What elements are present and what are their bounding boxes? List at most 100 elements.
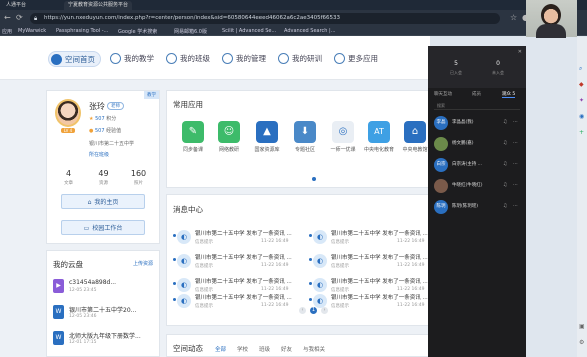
app-online-research[interactable]: ☺ 网络教研 xyxy=(211,121,247,153)
avatar: 李晶 xyxy=(434,116,448,130)
member-row[interactable]: 杨文鹏(嘉) ♫ ⋯ xyxy=(428,135,526,155)
file-item[interactable]: W 北师大版九年级下册数学... 12-01 17:15 xyxy=(53,329,157,351)
avatar[interactable] xyxy=(55,99,81,127)
nav-more-apps[interactable]: 更多应用 xyxy=(334,51,378,67)
message-center-panel: 消息中心 ◐ 银川市第二十五中学 发布了一条资讯 ... 信息提示 11-22 16:… xyxy=(166,194,430,326)
tab-related[interactable]: 与我相关 xyxy=(303,345,325,353)
level-badge: LV 4 xyxy=(61,128,75,133)
meeting-tabs: 聊天互动 成员 观众 5 xyxy=(428,90,526,100)
apps-title: 常用应用 xyxy=(173,100,203,109)
settings-icon[interactable]: ⚙ xyxy=(579,339,584,346)
app-national-resources[interactable]: ▲ 国家资源库 xyxy=(249,121,285,153)
stat-articles[interactable]: 4 文章 xyxy=(51,169,86,186)
layout-icon[interactable]: ▣ xyxy=(579,323,585,330)
browser-tab-active[interactable]: 宁夏教育资源公共服务平台 xyxy=(64,1,133,10)
star-icon: ★ xyxy=(89,116,94,122)
bookmark-item[interactable]: 网易邮箱6.0版 xyxy=(174,28,207,35)
bell-icon: ◐ xyxy=(177,230,191,244)
mic-icon[interactable]: ♫ ⋯ xyxy=(503,182,520,188)
more-icon xyxy=(334,52,345,64)
mic-icon[interactable]: ♫ ⋯ xyxy=(503,119,520,125)
joined-count: 5 已入会 xyxy=(450,60,462,75)
message-item[interactable]: ◐ 银川市第二十五中学 发布了一条资讯 ... 信息提示 11-22 16:49 xyxy=(309,291,439,313)
close-icon[interactable]: ✕ xyxy=(518,49,522,55)
tab-audience[interactable]: 观众 5 xyxy=(502,91,516,98)
mic-icon[interactable]: ♫ ⋯ xyxy=(503,140,520,146)
next-page-button[interactable]: › xyxy=(321,307,328,314)
bookmarks-bar: 应用 MyWarwick Passphrasing Tool -... Goog… xyxy=(0,26,587,36)
stat-photos[interactable]: 160 照片 xyxy=(121,169,156,186)
unread-dot xyxy=(173,234,176,237)
message-item[interactable]: ◐ 银川市第二十五中学 发布了一条资讯 ... 信息提示 11-22 16:49 xyxy=(309,251,439,273)
bookmark-item[interactable]: Google 学术搜索 xyxy=(118,28,157,35)
app-sync-lesson[interactable]: ✎ 同步备课 xyxy=(175,121,211,153)
bookmark-item[interactable]: Passphrasing Tool -... xyxy=(56,28,108,34)
unread-dot xyxy=(309,258,312,261)
carousel-dot[interactable] xyxy=(312,177,316,181)
prev-page-button[interactable]: ‹ xyxy=(299,307,306,314)
file-item[interactable]: ▶ c31454a898d... 12-05 23:45 xyxy=(53,277,157,299)
mic-icon[interactable]: ♫ ⋯ xyxy=(503,161,520,167)
bell-icon: ◐ xyxy=(177,278,191,292)
webcam-video xyxy=(526,0,577,38)
add-icon[interactable]: + xyxy=(579,129,584,136)
member-row[interactable]: 李晶 李晶晶(我) ♫ ⋯ xyxy=(428,114,526,134)
mic-icon[interactable]: ♫ ⋯ xyxy=(503,203,520,209)
message-item[interactable]: ◐ 银川市第二十五中学 发布了一条资讯 ... 信息提示 11-22 16:49 xyxy=(173,227,303,249)
nav-research[interactable]: 我的研训 xyxy=(278,51,322,67)
message-item[interactable]: ◐ 银川市第二十五中学 发布了一条资讯 ... 信息提示 11-22 16:49 xyxy=(309,227,439,249)
browser-tab[interactable]: 人通平台 xyxy=(2,1,30,10)
tab-school[interactable]: 学校 xyxy=(237,345,248,353)
bookmark-item[interactable]: Scilit | Advanced Se... xyxy=(222,28,276,34)
tab-class[interactable]: 班级 xyxy=(259,345,270,353)
file-item[interactable]: W 银川市第二十五中学20... 12-05 23:46 xyxy=(53,303,157,325)
tab-all[interactable]: 全部 xyxy=(215,345,226,353)
search-icon[interactable]: ⌕ xyxy=(579,65,582,73)
tab-members[interactable]: 成员 xyxy=(472,91,481,97)
star-icon[interactable]: ☆ xyxy=(510,13,517,23)
bell-icon: ◐ xyxy=(313,278,327,292)
school-workbench-button[interactable]: ▭ 校园工作台 xyxy=(61,220,145,235)
bag-icon[interactable]: ◆ xyxy=(579,81,584,88)
outlook-icon[interactable]: ◉ xyxy=(579,113,584,120)
member-row[interactable]: 陈玥 陈玥(陈玥瑶) ♫ ⋯ xyxy=(428,198,526,218)
unread-dot xyxy=(309,234,312,237)
url-field[interactable]: 🔒︎ https://yun.nxeduyun.com/index.php?r=… xyxy=(30,13,500,24)
back-icon[interactable]: ← xyxy=(4,13,11,23)
member-row[interactable]: 牛晓红(牛晓红) ♫ ⋯ xyxy=(428,177,526,197)
message-title: 消息中心 xyxy=(173,205,203,214)
tools-icon[interactable]: ✦ xyxy=(579,97,584,104)
nav-manage[interactable]: 我的管理 xyxy=(222,51,266,67)
class-icon xyxy=(166,52,177,64)
common-apps-panel: 常用应用 ✎ 同步备课 ☺ 网络教研 ▲ 国家资源库 ⬇ 专题社区 ◎ 一师一优课 AT 中… xyxy=(166,90,430,188)
school-name: 银川市第二十五中学 xyxy=(89,141,135,147)
member-row[interactable]: 白宗 白宗涛(主持 ... ♫ ⋯ xyxy=(428,156,526,176)
page-1-button[interactable]: 1 xyxy=(310,307,317,314)
message-item[interactable]: ◐ 银川市第二十五中学 发布了一条资讯 ... 信息提示 11-22 16:49 xyxy=(173,251,303,273)
bookmark-item[interactable]: 应用 xyxy=(2,28,12,35)
reload-icon[interactable]: ⟳ xyxy=(16,13,23,23)
app-topic-community[interactable]: ⬇ 专题社区 xyxy=(287,121,323,153)
unread-dot xyxy=(173,282,176,285)
bookmark-item[interactable]: MyWarwick xyxy=(18,28,46,34)
my-homepage-button[interactable]: ⌂ 我的主页 xyxy=(61,194,145,209)
nav-teaching[interactable]: 我的教学 xyxy=(110,51,154,67)
nav-home[interactable]: 空间首页 xyxy=(48,51,101,67)
app-one-teacher-one-lesson[interactable]: ◎ 一师一优课 xyxy=(325,121,361,153)
bookmark-item[interactable]: Advanced Search |... xyxy=(284,28,336,34)
nav-class[interactable]: 我的班级 xyxy=(166,51,210,67)
word-file-icon: W xyxy=(53,305,64,319)
meeting-members-panel: ✕ 5 已入会 0 未入会 聊天互动 成员 观众 5 搜索 李晶 李晶晶(我) ♫ ⋯ … xyxy=(428,46,526,357)
member-search-input[interactable]: 搜索 xyxy=(434,103,520,110)
message-item[interactable]: ◐ 银川市第二十五中学 发布了一条资讯 ... 信息提示 11-22 16:49 xyxy=(173,291,303,313)
tab-chat[interactable]: 聊天互动 xyxy=(434,91,452,97)
browser-tab-bar: 人通平台 宁夏教育资源公共服务平台 xyxy=(0,0,587,10)
tab-friends[interactable]: 好友 xyxy=(281,345,292,353)
upload-link[interactable]: 上传资源 xyxy=(133,260,153,267)
class-link[interactable]: 所在班级 xyxy=(89,151,109,158)
app-central-edu-tv[interactable]: AT 中央电化教育 xyxy=(361,121,397,153)
stat-resources[interactable]: 49 资源 xyxy=(86,169,121,186)
site-header: 空间首页 我的教学 我的班级 我的管理 我的研训 更多应用 xyxy=(0,36,430,80)
cloud-title: 我的云盘 xyxy=(53,260,83,269)
research-icon xyxy=(278,52,289,64)
